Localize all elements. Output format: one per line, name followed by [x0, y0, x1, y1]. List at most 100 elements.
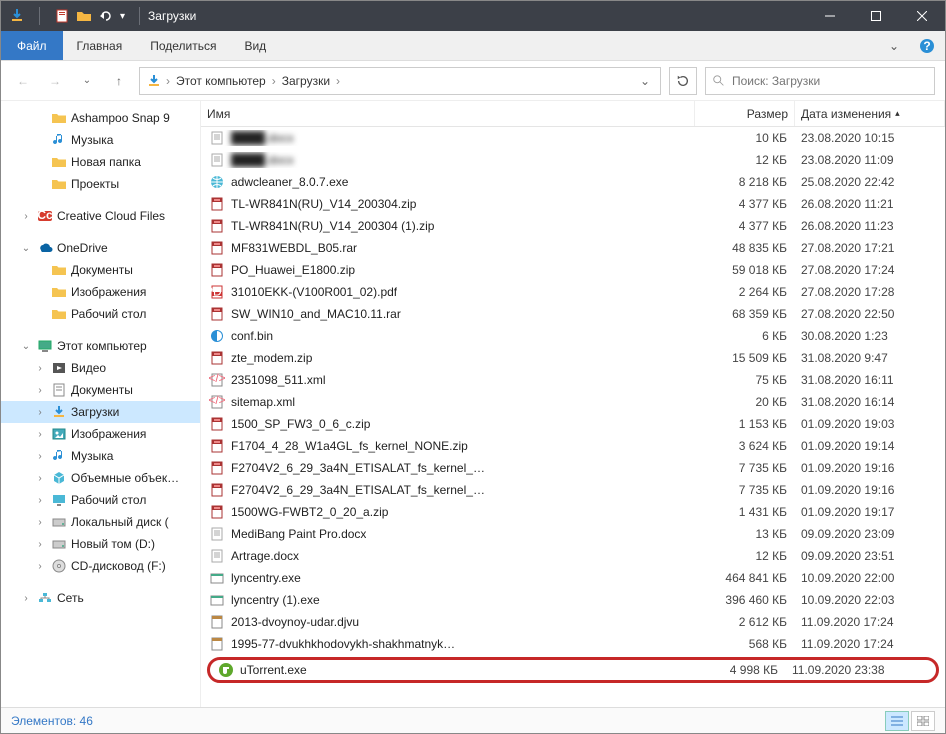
- expand-icon[interactable]: ›: [33, 385, 47, 396]
- recent-dropdown[interactable]: ⌄: [75, 69, 99, 93]
- expand-icon[interactable]: ›: [33, 495, 47, 506]
- file-row[interactable]: TL-WR841N(RU)_V14_200304.zip4 377 КБ26.0…: [201, 193, 945, 215]
- file-row[interactable]: PO_Huawei_E1800.zip59 018 КБ27.08.2020 1…: [201, 259, 945, 281]
- expand-icon[interactable]: ›: [33, 363, 47, 374]
- expand-icon[interactable]: ⌄: [19, 341, 33, 352]
- file-date: 23.08.2020 11:09: [795, 153, 945, 167]
- tab-share[interactable]: Поделиться: [136, 31, 230, 60]
- close-button[interactable]: [899, 1, 945, 31]
- nav-item[interactable]: ›Сеть: [1, 587, 200, 609]
- nav-item[interactable]: ›Музыка: [1, 445, 200, 467]
- file-row[interactable]: MF831WEBDL_B05.rar48 835 КБ27.08.2020 17…: [201, 237, 945, 259]
- breadcrumb-root[interactable]: Этот компьютер: [174, 74, 268, 88]
- nav-item[interactable]: ›Рабочий стол: [1, 489, 200, 511]
- file-name: PO_Huawei_E1800.zip: [231, 263, 355, 277]
- file-row[interactable]: TL-WR841N(RU)_V14_200304 (1).zip4 377 КБ…: [201, 215, 945, 237]
- nav-label: Объемные объек…: [71, 471, 179, 485]
- file-row[interactable]: </>sitemap.xml20 КБ31.08.2020 16:14: [201, 391, 945, 413]
- expand-icon[interactable]: ›: [33, 451, 47, 462]
- nav-item[interactable]: Рабочий стол: [1, 303, 200, 325]
- file-row[interactable]: 1995-77-dvukhkhodovykh-shakhmatnyk…568 К…: [201, 633, 945, 655]
- file-row[interactable]: </>2351098_511.xml75 КБ31.08.2020 16:11: [201, 369, 945, 391]
- nav-item[interactable]: ›Новый том (D:): [1, 533, 200, 555]
- nav-item[interactable]: ⌄Этот компьютер: [1, 335, 200, 357]
- back-button[interactable]: ←: [11, 69, 35, 93]
- expand-icon[interactable]: ⌄: [19, 243, 33, 254]
- file-row[interactable]: lyncentry (1).exe396 460 КБ10.09.2020 22…: [201, 589, 945, 611]
- expand-icon[interactable]: ›: [33, 429, 47, 440]
- qat-dropdown-icon[interactable]: ▾: [120, 11, 125, 22]
- nav-item[interactable]: › Объемные объек…: [1, 467, 200, 489]
- file-row[interactable]: lyncentry.exe464 841 КБ10.09.2020 22:00: [201, 567, 945, 589]
- search-input[interactable]: [732, 74, 928, 88]
- properties-icon[interactable]: [54, 8, 70, 24]
- nav-item[interactable]: ›Документы: [1, 379, 200, 401]
- nav-item[interactable]: Музыка: [1, 129, 200, 151]
- nav-item[interactable]: ›Локальный диск (: [1, 511, 200, 533]
- nav-item[interactable]: ›Изображения: [1, 423, 200, 445]
- file-row[interactable]: zte_modem.zip15 509 КБ31.08.2020 9:47: [201, 347, 945, 369]
- file-row[interactable]: PDF31010EKK-(V100R001_02).pdf2 264 КБ27.…: [201, 281, 945, 303]
- expand-icon[interactable]: ›: [19, 593, 33, 604]
- expand-icon[interactable]: ›: [33, 473, 47, 484]
- expand-icon[interactable]: ›: [33, 561, 47, 572]
- xml-icon: </>: [209, 372, 225, 388]
- col-size[interactable]: Размер: [695, 101, 795, 126]
- col-date[interactable]: Дата изменения▴: [795, 101, 945, 126]
- nav-item[interactable]: ›Загрузки: [1, 401, 200, 423]
- expand-icon[interactable]: ›: [19, 211, 33, 222]
- expand-icon[interactable]: ›: [33, 407, 47, 418]
- forward-button[interactable]: →: [43, 69, 67, 93]
- maximize-button[interactable]: [853, 1, 899, 31]
- file-row[interactable]: 1500WG-FWBT2_0_20_a.zip1 431 КБ01.09.202…: [201, 501, 945, 523]
- col-name[interactable]: Имя: [201, 101, 695, 126]
- breadcrumb-folder[interactable]: Загрузки: [280, 74, 332, 88]
- tab-view[interactable]: Вид: [230, 31, 280, 60]
- refresh-button[interactable]: [669, 67, 697, 95]
- nav-item[interactable]: ›CcCreative Cloud Files: [1, 205, 200, 227]
- address-bar[interactable]: › Этот компьютер › Загрузки › ⌄: [139, 67, 661, 95]
- file-row[interactable]: F1704_4_28_W1a4GL_fs_kernel_NONE.zip3 62…: [201, 435, 945, 457]
- nav-item[interactable]: Документы: [1, 259, 200, 281]
- file-row[interactable]: MediBang Paint Pro.docx13 КБ09.09.2020 2…: [201, 523, 945, 545]
- file-row[interactable]: 2013-dvoynoy-udar.djvu2 612 КБ11.09.2020…: [201, 611, 945, 633]
- icons-view-button[interactable]: [911, 711, 935, 731]
- file-name: lyncentry.exe: [231, 571, 301, 585]
- minimize-button[interactable]: [807, 1, 853, 31]
- nav-item[interactable]: ›Видео: [1, 357, 200, 379]
- expand-icon[interactable]: ›: [33, 517, 47, 528]
- new-folder-icon[interactable]: [76, 8, 92, 24]
- file-row[interactable]: conf.bin6 КБ30.08.2020 1:23: [201, 325, 945, 347]
- help-icon[interactable]: ?: [909, 31, 945, 60]
- file-row[interactable]: uTorrent.exe4 998 КБ11.09.2020 23:38: [207, 657, 939, 683]
- nav-item[interactable]: Новая папка: [1, 151, 200, 173]
- tab-home[interactable]: Главная: [63, 31, 137, 60]
- address-dropdown-icon[interactable]: ⌄: [636, 74, 654, 88]
- file-row[interactable]: adwcleaner_8.0.7.exe8 218 КБ25.08.2020 2…: [201, 171, 945, 193]
- file-row[interactable]: F2704V2_6_29_3a4N_ETISALAT_fs_kernel_…7 …: [201, 457, 945, 479]
- file-row[interactable]: SW_WIN10_and_MAC10.11.rar68 359 КБ27.08.…: [201, 303, 945, 325]
- expand-icon[interactable]: ›: [33, 539, 47, 550]
- breadcrumb-sep[interactable]: ›: [336, 74, 340, 88]
- up-button[interactable]: ↑: [107, 69, 131, 93]
- file-row[interactable]: F2704V2_6_29_3a4N_ETISALAT_fs_kernel_…7 …: [201, 479, 945, 501]
- navigation-pane[interactable]: Ashampoo Snap 9МузыкаНовая папкаПроекты ›…: [1, 101, 201, 707]
- file-row[interactable]: 1500_SP_FW3_0_6_c.zip1 153 КБ01.09.2020 …: [201, 413, 945, 435]
- rar-icon: [209, 306, 225, 322]
- file-list[interactable]: ████.docx10 КБ23.08.2020 10:15████.docx1…: [201, 127, 945, 707]
- file-row[interactable]: ████.docx12 КБ23.08.2020 11:09: [201, 149, 945, 171]
- breadcrumb-sep[interactable]: ›: [272, 74, 276, 88]
- nav-item[interactable]: ⌄OneDrive: [1, 237, 200, 259]
- nav-item[interactable]: Ashampoo Snap 9: [1, 107, 200, 129]
- details-view-button[interactable]: [885, 711, 909, 731]
- breadcrumb-sep[interactable]: ›: [166, 74, 170, 88]
- file-row[interactable]: Artrage.docx12 КБ09.09.2020 23:51: [201, 545, 945, 567]
- file-tab[interactable]: Файл: [1, 31, 63, 60]
- nav-item[interactable]: Проекты: [1, 173, 200, 195]
- search-box[interactable]: [705, 67, 935, 95]
- undo-icon[interactable]: [98, 8, 114, 24]
- file-row[interactable]: ████.docx10 КБ23.08.2020 10:15: [201, 127, 945, 149]
- nav-item[interactable]: Изображения: [1, 281, 200, 303]
- ribbon-collapse-icon[interactable]: ⌄: [879, 31, 909, 60]
- nav-item[interactable]: ›CD-дисковод (F:): [1, 555, 200, 577]
